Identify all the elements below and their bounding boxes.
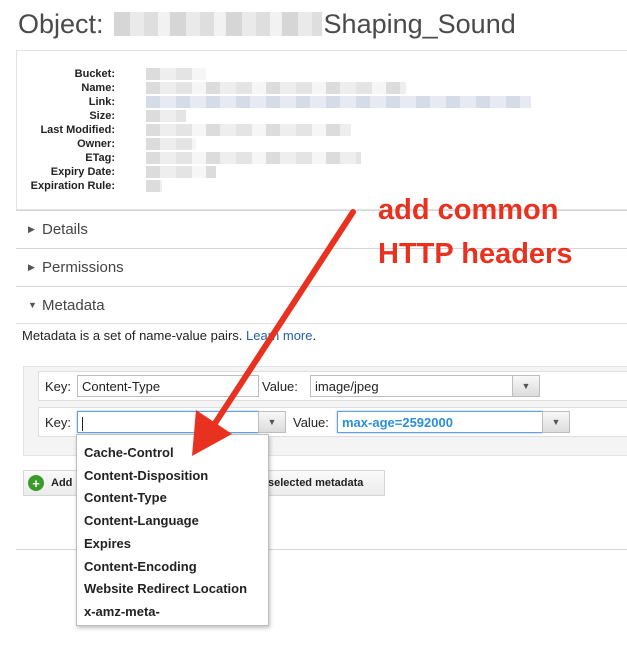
key-label: Key: <box>45 379 72 394</box>
section-metadata[interactable]: ▼ Metadata <box>16 286 627 324</box>
dropdown-option-cache-control[interactable]: Cache-Control <box>84 445 174 461</box>
page-title: Object: Shaping_Sound <box>18 6 516 42</box>
chevron-down-icon: ▼ <box>267 417 277 427</box>
header-suggestions-dropdown: Cache-Control Content-Disposition Conten… <box>76 434 269 626</box>
annotation-line-2: HTTP headers <box>378 238 573 270</box>
value-combobox[interactable]: max-age=2592000 <box>337 411 543 433</box>
bucket-label: Bucket: <box>74 68 115 80</box>
delete-metadata-label: selected metadata <box>268 477 364 489</box>
expand-arrow-icon: ▶ <box>28 262 35 272</box>
dropdown-option-website-redirect-location[interactable]: Website Redirect Location <box>84 581 247 597</box>
value-dropdown-button[interactable]: ▼ <box>542 411 570 433</box>
redacted-object-name <box>113 12 322 36</box>
delete-metadata-button[interactable]: selected metadata <box>262 470 385 496</box>
dropdown-option-expires[interactable]: Expires <box>84 536 131 552</box>
redacted-owner-value <box>146 138 196 150</box>
dropdown-option-content-disposition[interactable]: Content-Disposition <box>84 468 208 484</box>
redacted-link-value[interactable] <box>146 96 531 108</box>
metadata-row: Key: ▼ Value: max-age=2592000 ▼ <box>38 407 627 437</box>
redacted-last-modified-value <box>146 124 351 136</box>
object-properties-panel: Bucket: Name: Link: Size: Last Modified:… <box>16 50 627 210</box>
chevron-down-icon: ▼ <box>551 417 561 427</box>
value-label: Value: <box>262 379 298 394</box>
dropdown-option-x-amz-meta[interactable]: x-amz-meta- <box>84 604 160 620</box>
add-metadata-label: Add <box>51 477 73 489</box>
redacted-bucket-value <box>146 68 206 80</box>
dropdown-option-content-encoding[interactable]: Content-Encoding <box>84 559 197 575</box>
plus-icon: + <box>28 475 44 491</box>
etag-label: ETag: <box>85 152 115 164</box>
expiry-date-label: Expiry Date: <box>50 166 115 178</box>
redacted-etag-value <box>146 152 361 164</box>
dropdown-option-content-type[interactable]: Content-Type <box>84 490 167 506</box>
section-metadata-label: Metadata <box>42 296 105 314</box>
text-cursor <box>82 416 83 431</box>
key-label: Key: <box>45 415 72 430</box>
annotation-line-1: add common <box>378 194 559 226</box>
add-metadata-button[interactable]: + Add <box>23 470 80 496</box>
size-label: Size: <box>89 110 115 122</box>
redacted-size-value <box>146 110 186 122</box>
name-label: Name: <box>81 82 115 94</box>
dropdown-option-content-language[interactable]: Content-Language <box>84 513 199 529</box>
key-combobox[interactable] <box>77 411 259 433</box>
link-label: Link: <box>88 96 115 108</box>
value-dropdown-button[interactable]: ▼ <box>512 375 540 397</box>
owner-label: Owner: <box>77 138 115 150</box>
key-dropdown-button[interactable]: ▼ <box>258 411 286 433</box>
expiration-rule-label: Expiration Rule: <box>30 180 115 192</box>
redacted-expiry-date-value <box>146 166 216 178</box>
key-input[interactable]: Content-Type <box>77 375 259 397</box>
section-details-label: Details <box>42 221 88 238</box>
expand-arrow-icon: ▶ <box>28 224 35 234</box>
metadata-row: Key: Content-Type Value: image/jpeg ▼ <box>38 371 627 401</box>
metadata-description: Metadata is a set of name-value pairs. L… <box>22 328 317 343</box>
title-prefix: Object: <box>18 8 104 39</box>
learn-more-link[interactable]: Learn more <box>246 328 312 343</box>
value-combobox[interactable]: image/jpeg <box>310 375 513 397</box>
title-suffix: Shaping_Sound <box>323 8 516 39</box>
redacted-name-value <box>146 82 406 94</box>
redacted-expiration-rule-value <box>146 180 162 192</box>
chevron-down-icon: ▼ <box>521 381 531 391</box>
value-label: Value: <box>293 415 329 430</box>
last-modified-label: Last Modified: <box>40 124 115 136</box>
section-permissions-label: Permissions <box>42 259 124 276</box>
collapse-arrow-icon: ▼ <box>28 300 37 310</box>
